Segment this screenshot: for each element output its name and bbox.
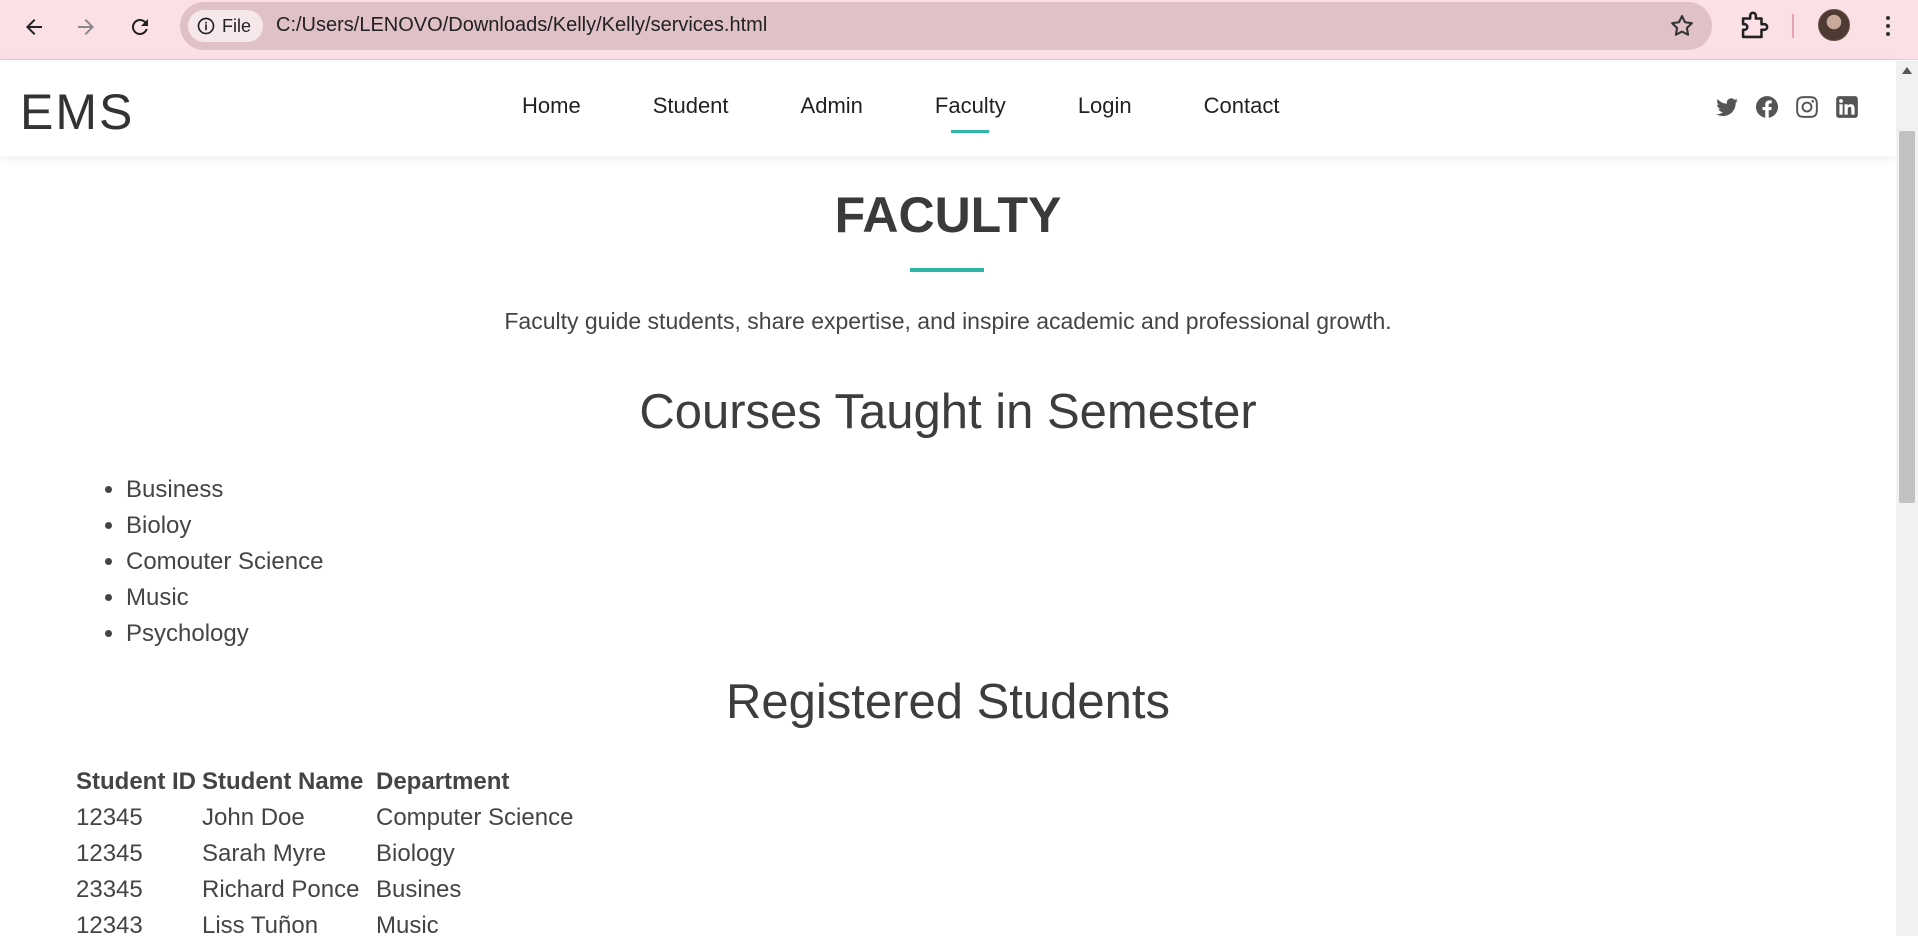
students-table: Student ID Student Name Department 12345… (76, 764, 573, 936)
back-button[interactable] (16, 9, 52, 45)
intro-text: Faculty guide students, share expertise,… (504, 308, 1392, 334)
toolbar-divider (1792, 14, 1794, 38)
cell-department: Biology (376, 840, 455, 867)
cell-student-name: Richard Ponce (202, 876, 360, 903)
profile-avatar[interactable] (1818, 9, 1850, 41)
cell-student-name: Liss Tuñon (202, 912, 319, 936)
course-item: Psychology (126, 616, 323, 652)
reload-button[interactable] (122, 9, 158, 45)
course-list: Business Bioloy Comouter Science Music P… (126, 472, 323, 652)
table-header-row: Student ID Student Name Department (76, 764, 573, 800)
linkedin-icon[interactable] (1833, 93, 1861, 121)
cell-department: Computer Science (376, 804, 574, 831)
cell-department: Music (376, 912, 439, 936)
forward-button[interactable] (68, 9, 104, 45)
instagram-icon[interactable] (1793, 93, 1821, 121)
twitter-icon[interactable] (1713, 93, 1741, 121)
title-underline (910, 268, 984, 272)
cell-student-name: Sarah Myre (202, 840, 327, 867)
cell-student-id: 12345 (76, 804, 143, 831)
url-text[interactable]: C:/Users/LENOVO/Downloads/Kelly/Kelly/se… (276, 14, 767, 37)
page-scrollbar[interactable] (1896, 61, 1918, 936)
column-header-student-name: Student Name (202, 768, 364, 795)
site-logo[interactable]: EMS (20, 83, 134, 141)
scrollbar-thumb[interactable] (1899, 131, 1915, 503)
info-icon (197, 17, 215, 35)
nav-contact[interactable]: Contact (1204, 93, 1280, 125)
cell-student-id: 12345 (76, 840, 143, 867)
course-item: Comouter Science (126, 544, 323, 580)
arrow-right-icon (78, 19, 94, 35)
bookmark-star-icon[interactable] (1668, 12, 1696, 40)
cell-student-id: 12343 (76, 912, 143, 936)
table-row: 23345 Richard Ponce Busines (76, 872, 573, 908)
cell-student-name: John Doe (202, 804, 305, 831)
extensions-icon[interactable] (1736, 10, 1770, 44)
page-title: FACULTY (834, 187, 1062, 243)
courses-heading: Courses Taught in Semester (639, 385, 1257, 439)
cell-student-id: 23345 (76, 876, 143, 903)
site-chip-label: File (222, 15, 252, 36)
column-header-student-id: Student ID (76, 768, 196, 795)
table-row: 12343 Liss Tuñon Music (76, 908, 573, 936)
facebook-icon[interactable] (1753, 93, 1781, 121)
scroll-up-arrow-icon[interactable] (1902, 67, 1912, 74)
course-item: Business (126, 472, 323, 508)
main-nav: Home Student Admin Faculty Login Contact (522, 61, 1351, 156)
arrow-left-icon (26, 19, 42, 35)
column-header-department: Department (376, 768, 510, 795)
browser-menu-icon[interactable] (1876, 10, 1900, 42)
table-row: 12345 Sarah Myre Biology (76, 836, 573, 872)
reload-icon (131, 18, 148, 35)
site-info-chip[interactable]: File (188, 10, 264, 42)
nav-admin[interactable]: Admin (801, 93, 863, 125)
course-item: Bioloy (126, 508, 323, 544)
students-heading: Registered Students (726, 675, 1170, 729)
browser-toolbar: File C:/Users/LENOVO/Downloads/Kelly/Kel… (0, 0, 1918, 60)
nav-login[interactable]: Login (1078, 93, 1132, 125)
address-bar[interactable]: File C:/Users/LENOVO/Downloads/Kelly/Kel… (180, 2, 1712, 50)
nav-faculty[interactable]: Faculty (935, 93, 1006, 133)
table-row: 12345 John Doe Computer Science (76, 800, 573, 836)
nav-student[interactable]: Student (653, 93, 729, 125)
main-content: FACULTY Faculty guide students, share ex… (0, 156, 1896, 936)
site-header: EMS Home Student Admin Faculty Login Con… (0, 61, 1896, 156)
nav-home[interactable]: Home (522, 93, 581, 125)
cell-department: Busines (376, 876, 462, 903)
social-links (1713, 93, 1861, 121)
course-item: Music (126, 580, 323, 616)
